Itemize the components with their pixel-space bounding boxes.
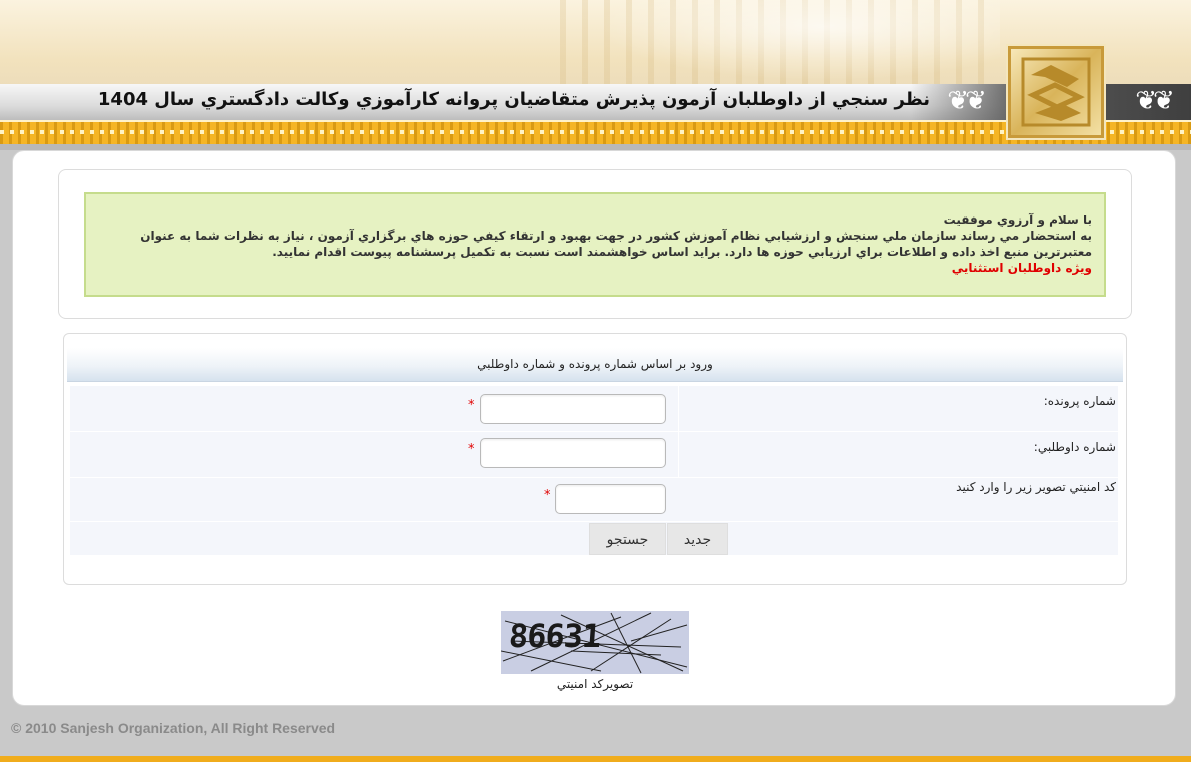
required-mark: * [468, 398, 475, 413]
page: ❦❦ ❦❦ نظر سنجي از داوطلبان آزمون پذيرش م… [0, 0, 1191, 762]
ornament-icon: ❦❦ [1135, 86, 1175, 116]
page-title: نظر سنجي از داوطلبان آزمون پذيرش متقاضيا… [97, 89, 930, 110]
candidate-number-label: شماره داوطلبي: [1033, 440, 1116, 454]
login-form: ورود بر اساس شماره پرونده و شماره داوطلب… [63, 333, 1127, 585]
notice-special-candidates: ويژه داوطلبان استثنايي [951, 261, 1092, 275]
footer-stripe [0, 756, 1191, 762]
sanjesh-logo [1008, 46, 1104, 138]
search-button[interactable]: جستجو [589, 523, 666, 555]
main-panel: با سلام و آرزوي موفقيت به استحضار مي رسا… [12, 150, 1176, 706]
notice-body-line-2: معتبرترين منبع اخذ داده و اطلاعات براي ا… [272, 245, 1092, 259]
header-decoration [560, 0, 1000, 90]
form-row-candidate-number: شماره داوطلبي: * [70, 432, 1118, 478]
candidate-number-input[interactable] [480, 438, 666, 468]
form-row-file-number: شماره پرونده: * [70, 386, 1118, 432]
footer-copyright: © 2010 Sanjesh Organization, All Right R… [11, 720, 336, 736]
logo-emblem-icon [1021, 57, 1091, 127]
file-number-input[interactable] [480, 394, 666, 424]
row-divider [678, 386, 679, 431]
captcha-caption: تصويركد امنيتي [556, 677, 634, 691]
file-number-label: شماره پرونده: [1043, 394, 1116, 408]
notice-body-line-1: به استحضار مي رساند سازمان ملي سنجش و ار… [140, 229, 1092, 243]
notice-message: با سلام و آرزوي موفقيت به استحضار مي رسا… [84, 192, 1106, 297]
security-code-input[interactable] [555, 484, 666, 514]
required-mark: * [544, 488, 551, 503]
required-mark: * [468, 442, 475, 457]
new-button[interactable]: جديد [667, 523, 728, 555]
captcha-code: 86631 [507, 617, 602, 655]
captcha-image: 86631 [501, 611, 689, 674]
form-header: ورود بر اساس شماره پرونده و شماره داوطلب… [67, 348, 1123, 382]
ornament-icon: ❦❦ [947, 86, 987, 116]
notice-greeting: با سلام و آرزوي موفقيت [943, 213, 1092, 227]
security-code-label: كد امنيتي تصوير زير را وارد كنيد [956, 480, 1116, 494]
form-row-security-code: كد امنيتي تصوير زير را وارد كنيد * [70, 478, 1118, 522]
notice-container: با سلام و آرزوي موفقيت به استحضار مي رسا… [58, 169, 1132, 319]
row-divider [678, 432, 679, 477]
form-row-buttons: جديد جستجو [70, 522, 1118, 556]
